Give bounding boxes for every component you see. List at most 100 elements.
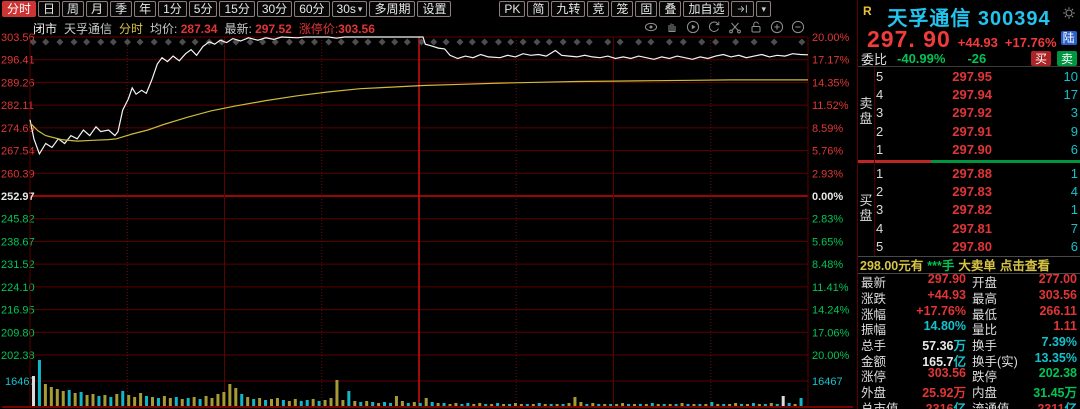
order-mark-diamond-icon [379,39,386,46]
book-row-bid[interactable]: 5297.806 [858,238,1080,256]
volume-bar [32,376,35,406]
book-price: 297.94 [888,87,1044,102]
order-mark-diamond-icon [586,39,593,46]
volume-bar [288,401,291,406]
buy-button[interactable]: 买 [1031,51,1051,66]
zoom-in-icon[interactable] [770,20,784,34]
pct-axis-label: 8.59% [812,123,843,135]
stat-value-seg: 2316 [926,402,954,409]
book-row-bid[interactable]: 3297.821 [858,201,1080,219]
book-row-bid[interactable]: 2297.834 [858,182,1080,200]
book-price: 297.90 [888,142,1044,157]
volume-bar [621,403,624,406]
volume-bar [663,404,666,406]
stat-value-seg: 14.80% [924,319,966,333]
order-mark-diamond-icon [635,39,642,46]
volume-bar [103,395,106,406]
volume-bar [264,400,267,406]
volume-bar [222,392,225,406]
volume-bar [443,403,446,406]
order-mark-diamond-icon [604,39,611,46]
volume-axis-label-right: 16467 [812,376,843,388]
volume-bar [252,399,255,406]
book-row-bid[interactable]: 4297.817 [858,219,1080,237]
volume-bar [544,404,547,406]
book-price: 297.95 [888,69,1044,84]
book-qty: 6 [1044,142,1080,157]
scissors-icon[interactable] [728,20,742,34]
ratio-bar-red [858,160,931,163]
volume-bar [181,399,184,406]
order-mark-diamond-icon [124,39,131,46]
volume-bar [109,397,112,406]
book-row-ask[interactable]: 2297.919 [858,122,1080,140]
volume-bar [401,401,404,406]
volume-bar [698,404,701,406]
volume-bar [133,397,136,406]
order-mark-diamond-icon [151,39,158,46]
info-limit-up: 涨停价:303.56 [299,20,375,37]
book-row-ask[interactable]: 3297.923 [858,104,1080,122]
volume-bar [365,401,368,406]
bid-group-label: 买盘 [859,193,873,223]
book-qty: 1 [1044,202,1080,217]
volume-bar [383,402,386,406]
stat-value-seg: 7.39% [1042,335,1077,349]
undo-icon[interactable] [707,20,721,34]
order-mark-diamond-icon [137,39,144,46]
volume-bar [92,394,95,406]
book-row-bid[interactable]: 1297.881 [858,164,1080,182]
volume-bar [573,397,576,406]
buy-sell-ratio-bar [858,160,1080,163]
big-order-alert[interactable]: 298.00元有***手大卖单点击查看 [858,256,1080,274]
book-qty: 9 [1044,124,1080,139]
weibi-value: -40.99% [897,51,945,66]
order-mark-diamond-icon [286,39,293,46]
order-mark-diamond-icon [533,39,540,46]
book-row-ask[interactable]: 4297.9417 [858,85,1080,103]
volume-bar [794,404,797,406]
volume-bar [496,403,499,406]
info-stock-name: 天孚通信 [64,20,112,37]
order-mark-diamond-icon [110,39,117,46]
book-row-ask[interactable]: 5297.9510 [858,67,1080,85]
stats-table: 最新297.90开盘277.00涨跌+44.93最高303.56涨幅+17.76… [858,274,1080,409]
order-mark-diamond-icon [666,39,673,46]
book-qty: 3 [1044,105,1080,120]
ask-rows: 5297.95104297.94173297.9232297.9191297.9… [858,67,1080,159]
stock-app-window: 分时日周月季年1分5分15分30分60分30s▾多周期设置 PK简九转竞笼固叠加… [0,0,1080,409]
volume-bar [437,403,440,406]
volume-bar [169,398,172,406]
order-mark-diamond-icon [391,39,398,46]
volume-bar [175,397,178,406]
gear-icon[interactable] [1062,6,1076,20]
volume-bar [347,391,350,406]
volume-bar [782,396,785,406]
volume-bar [425,398,428,406]
sell-button[interactable]: 卖 [1057,51,1077,66]
pan-hand-icon[interactable] [665,20,679,34]
eye-icon[interactable] [644,20,658,34]
volume-bar [86,395,89,406]
play-icon[interactable] [686,20,700,34]
volume-bar [734,403,737,406]
volume-bar [568,403,571,406]
book-row-ask[interactable]: 1297.906 [858,141,1080,159]
volume-bar [746,404,749,406]
volume-bar [770,403,773,406]
volume-bar [324,400,327,406]
lock-icon[interactable] [749,20,763,34]
order-mark-diamond-icon [97,39,104,46]
zoom-out-icon[interactable] [791,20,805,34]
volume-bar [758,404,761,406]
volume-bar [466,403,469,406]
quote-panel: R 天孚通信 300394 297. 90 +44.93 +17.76% 陆 委… [857,0,1080,409]
order-mark-diamond-icon [83,39,90,46]
volume-bar [395,396,398,406]
book-qty: 1 [1044,166,1080,181]
pct-axis-label: 2.93% [812,168,843,180]
volume-bar [127,395,130,406]
intraday-chart[interactable]: 303.5620.00%296.4117.17%289.2614.35%282.… [0,0,857,409]
book-level: 5 [876,239,888,254]
order-mark-diamond-icon [520,39,527,46]
